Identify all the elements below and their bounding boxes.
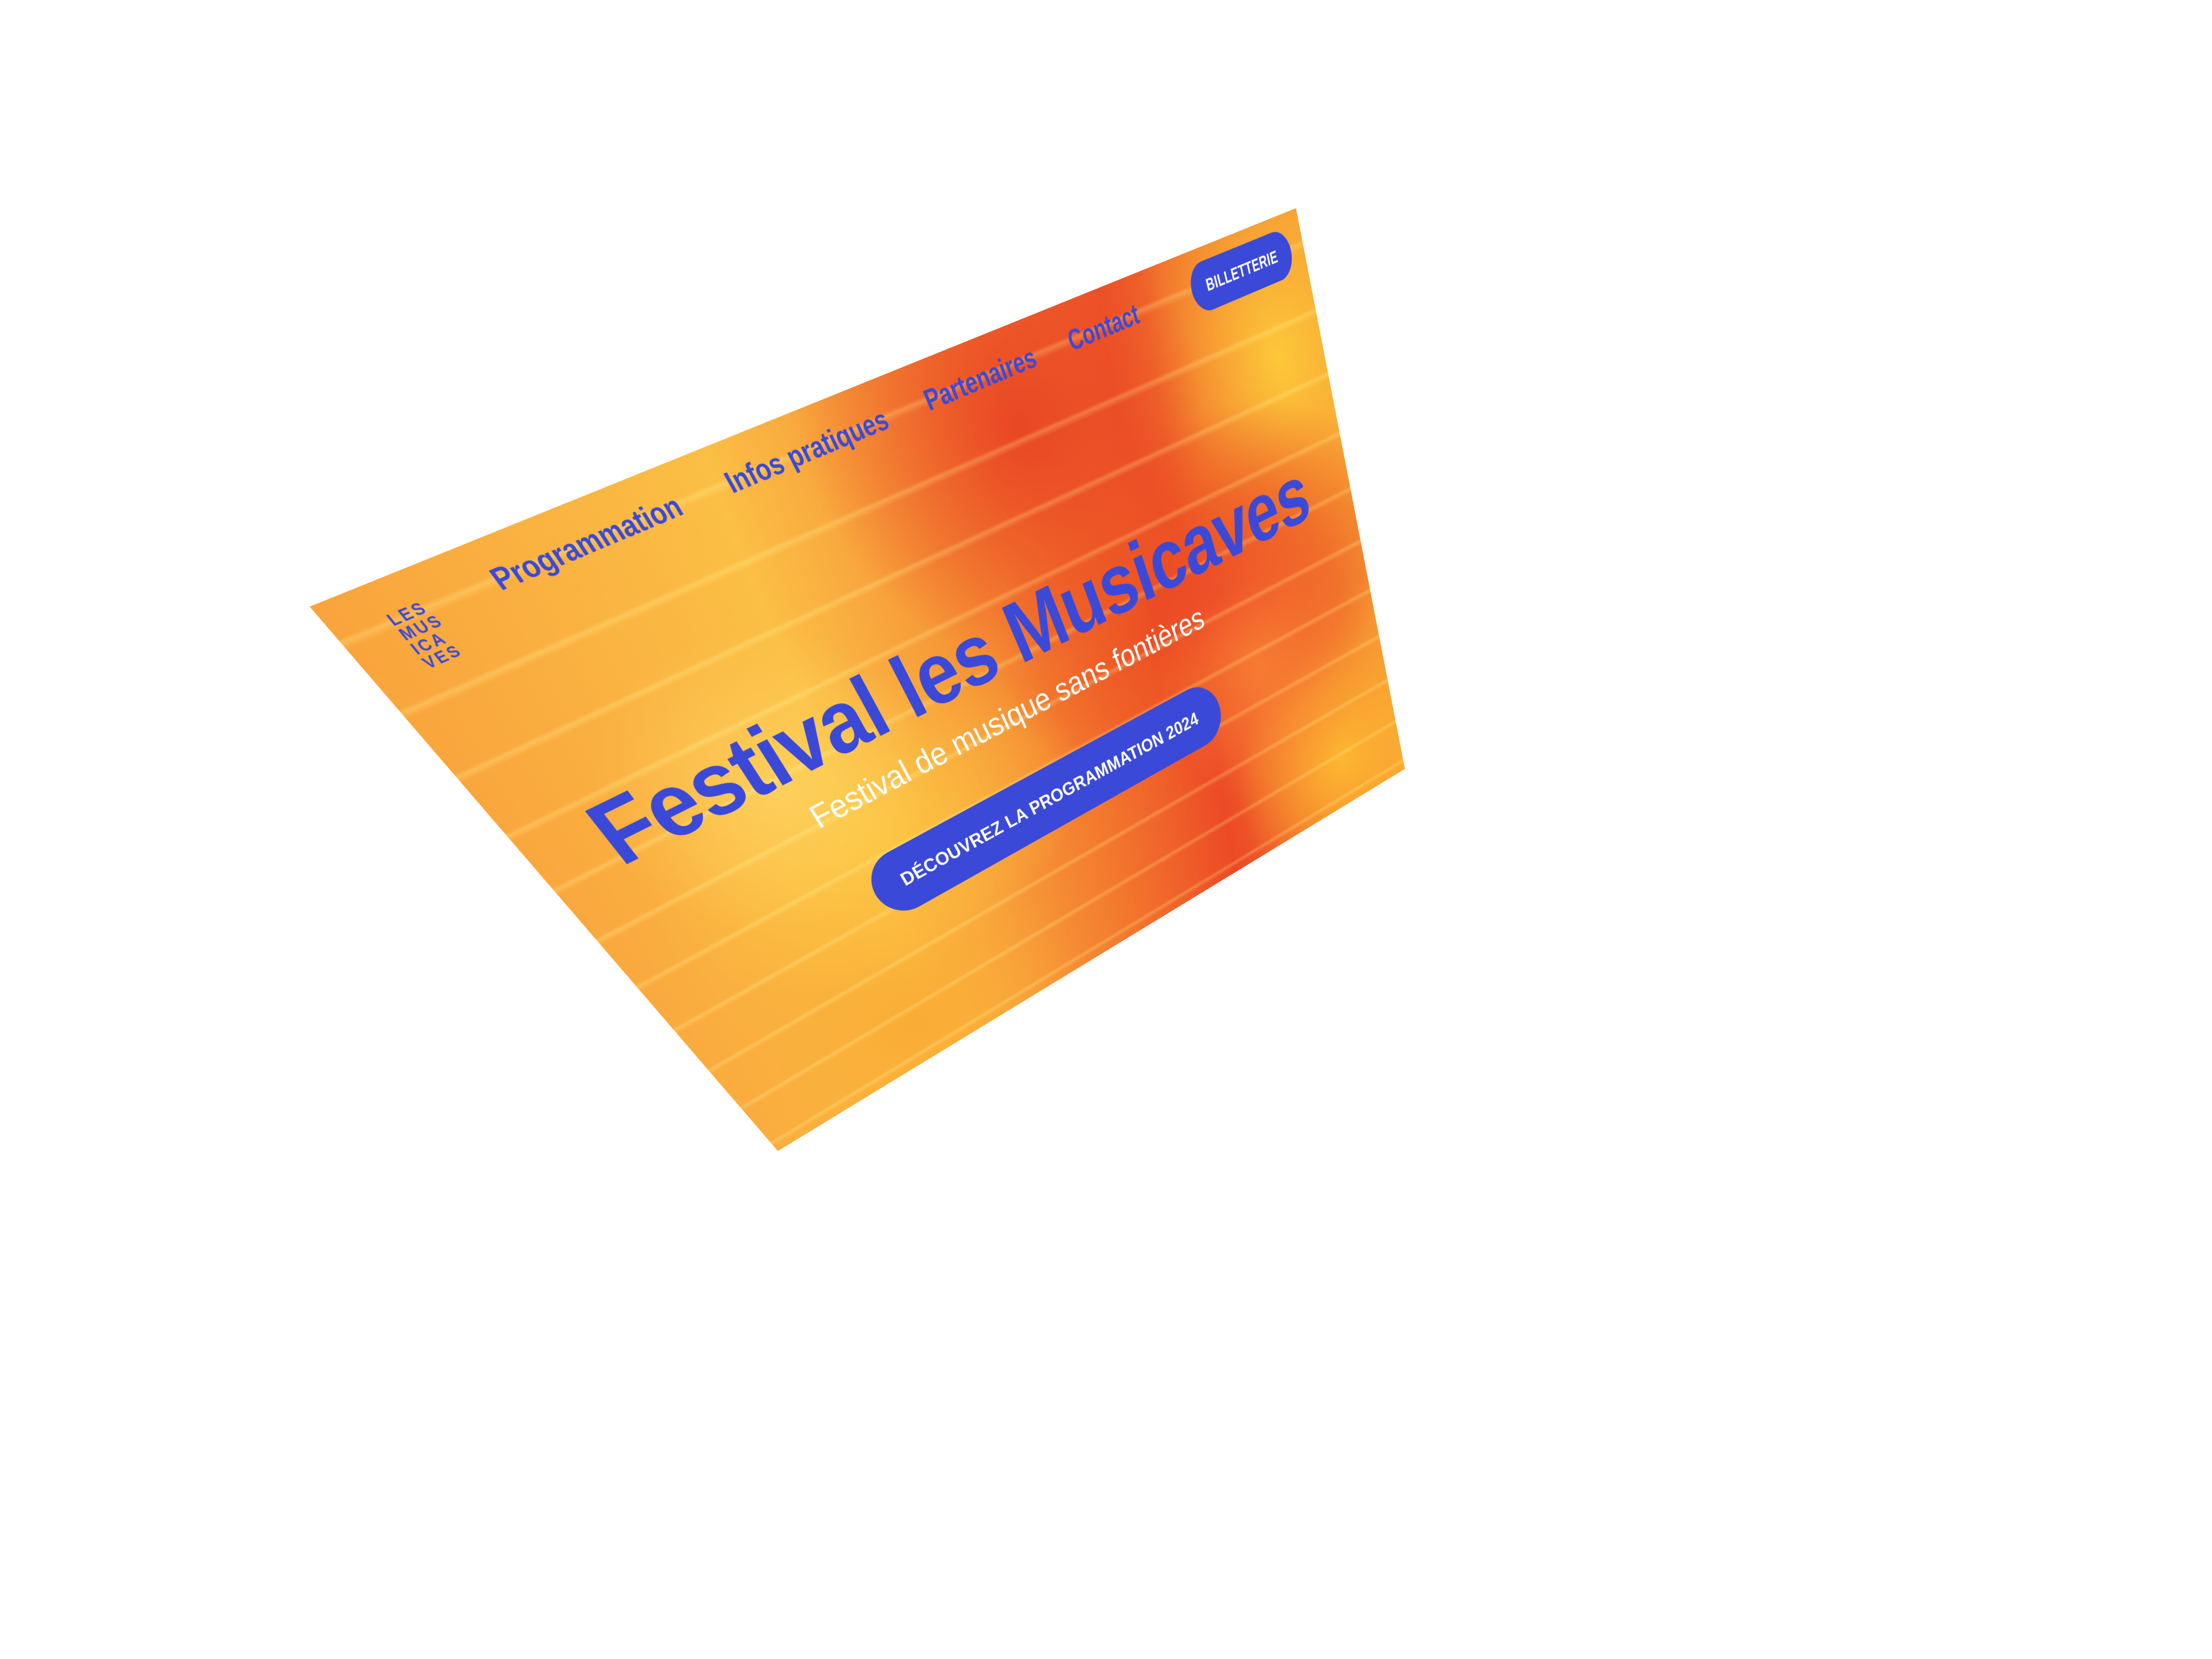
mockup-stage: LES MUS ICA VES Programmation Infos prat… (0, 0, 2212, 1659)
main-nav: Programmation Infos pratiques Partenaire… (482, 297, 1142, 597)
nav-item-infos-pratiques[interactable]: Infos pratiques (718, 401, 894, 500)
nav-item-programmation[interactable]: Programmation (482, 488, 689, 597)
festival-logo[interactable]: LES MUS ICA VES (384, 591, 484, 672)
nav-item-partenaires[interactable]: Partenaires (919, 340, 1040, 418)
nav-item-contact[interactable]: Contact (1063, 297, 1142, 358)
hero-subtitle: Festival de musique sans fontières (577, 516, 1363, 952)
website-screen: LES MUS ICA VES Programmation Infos prat… (310, 208, 1405, 1151)
ticket-button[interactable]: BILLETTERIE (1186, 227, 1296, 316)
